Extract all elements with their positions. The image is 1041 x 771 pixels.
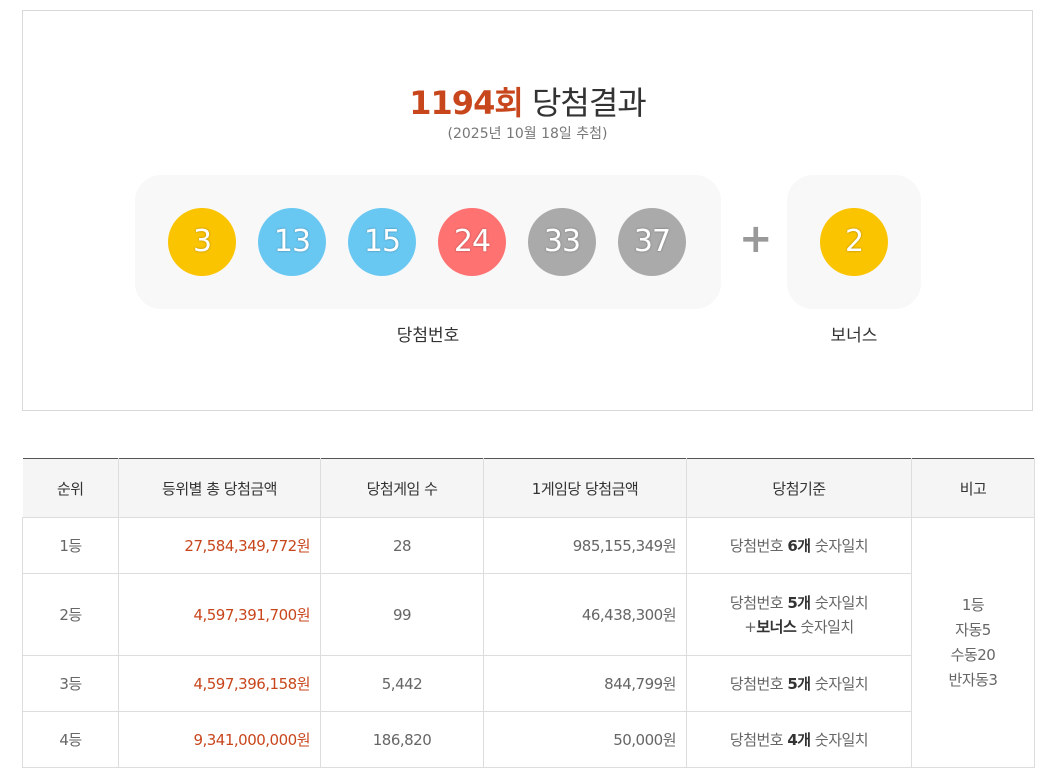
winner-count-cell: 28	[320, 517, 484, 574]
criteria-cell: 당첨번호 5개 숫자일치 +보너스 숫자일치	[686, 573, 912, 656]
table-row: 2등 4,597,391,700원 99 46,438,300원 당첨번호 5개…	[22, 573, 1035, 656]
winning-ball-6: 37	[618, 208, 686, 276]
criteria-cell: 당첨번호 5개 숫자일치	[686, 655, 912, 712]
prize-table: 순위 등위별 총 당첨금액 당첨게임 수 1게임당 당첨금액 당첨기준 비고 1…	[22, 458, 1035, 768]
winning-ball-5: 33	[528, 208, 596, 276]
bonus-number-panel: 2	[787, 175, 921, 309]
criteria-bonus: 보너스	[756, 617, 797, 636]
winning-numbers-panel: 3 13 15 24 33 37	[135, 175, 721, 309]
winner-count-cell: 99	[320, 573, 484, 656]
winning-ball-4: 24	[438, 208, 506, 276]
note-line: 수동20	[950, 645, 996, 664]
draw-result-panel: 1194회 당첨결과 (2025년 10월 18일 추첨) 3 13 15 24…	[22, 10, 1033, 411]
criteria-text: 숫자일치	[810, 675, 869, 693]
criteria-text: 당첨번호	[729, 731, 788, 749]
winner-count-cell: 186,820	[320, 711, 484, 768]
winning-numbers-label: 당첨번호	[396, 326, 460, 346]
criteria-text: 숫자일치	[810, 593, 869, 612]
prize-per-game-cell: 844,799원	[483, 655, 687, 712]
title-suffix: 당첨결과	[522, 84, 647, 122]
draw-date: (2025년 10월 18일 추첨)	[447, 126, 608, 142]
header-note: 비고	[911, 458, 1035, 518]
winning-ball-1: 3	[168, 208, 236, 276]
total-prize-cell: 27,584,349,772원	[118, 517, 321, 574]
table-row: 3등 4,597,396,158원 5,442 844,799원 당첨번호 5개…	[22, 655, 1035, 712]
winning-ball-3: 15	[348, 208, 416, 276]
bonus-label: 보너스	[830, 326, 878, 346]
criteria-text: 당첨번호	[729, 593, 788, 612]
criteria-text: 숫자일치	[796, 617, 855, 636]
criteria-count: 6개	[787, 537, 811, 555]
header-rank: 순위	[22, 458, 119, 518]
note-line: 반자동3	[948, 670, 998, 689]
table-header-row: 순위 등위별 총 당첨금액 당첨게임 수 1게임당 당첨금액 당첨기준 비고	[22, 458, 1035, 518]
plus-icon: +	[739, 216, 773, 262]
criteria-count: 5개	[787, 593, 811, 612]
note-line: 자동5	[955, 620, 991, 639]
rank-cell: 2등	[22, 573, 119, 656]
criteria-count: 4개	[787, 731, 811, 749]
total-prize-cell: 4,597,391,700원	[118, 573, 321, 656]
prize-per-game-cell: 50,000원	[483, 711, 687, 768]
header-total-prize: 등위별 총 당첨금액	[118, 458, 321, 518]
table-row: 4등 9,341,000,000원 186,820 50,000원 당첨번호 4…	[22, 711, 1035, 768]
criteria-count: 5개	[787, 675, 811, 693]
criteria-text: 당첨번호	[729, 675, 788, 693]
header-winner-count: 당첨게임 수	[320, 458, 484, 518]
prize-per-game-cell: 46,438,300원	[483, 573, 687, 656]
rank-cell: 4등	[22, 711, 119, 768]
criteria-text: 당첨번호	[729, 537, 788, 555]
winner-count-cell: 5,442	[320, 655, 484, 712]
round-number: 1194회	[409, 84, 524, 122]
bonus-ball: 2	[820, 208, 888, 276]
note-cell: 1등 자동5 수동20 반자동3	[911, 517, 1035, 768]
rank-cell: 3등	[22, 655, 119, 712]
table-row: 1등 27,584,349,772원 28 985,155,349원 당첨번호 …	[22, 517, 1035, 768]
total-prize-cell: 9,341,000,000원	[118, 711, 321, 768]
criteria-text: 숫자일치	[810, 731, 869, 749]
criteria-cell: 당첨번호 4개 숫자일치	[686, 711, 912, 768]
page-title: 1194회 당첨결과	[23, 83, 1032, 123]
criteria-text: +	[744, 617, 757, 636]
criteria-cell: 당첨번호 6개 숫자일치	[686, 517, 912, 574]
header-criteria: 당첨기준	[686, 458, 912, 518]
header-prize-per-game: 1게임당 당첨금액	[483, 458, 687, 518]
note-line: 1등	[961, 595, 985, 614]
rank-cell: 1등	[22, 517, 119, 574]
prize-per-game-cell: 985,155,349원	[483, 517, 687, 574]
criteria-text: 숫자일치	[810, 537, 869, 555]
total-prize-cell: 4,597,396,158원	[118, 655, 321, 712]
winning-ball-2: 13	[258, 208, 326, 276]
